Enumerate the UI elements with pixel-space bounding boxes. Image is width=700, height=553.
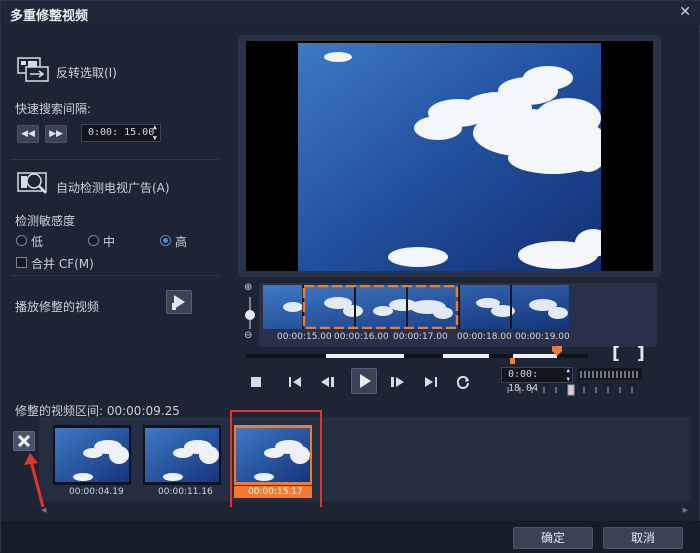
spin-arrows-icon[interactable]: ▲ ▼ — [566, 366, 570, 384]
go-to-start-button[interactable] — [286, 373, 304, 391]
sensitivity-low-label[interactable]: 低 — [31, 233, 43, 250]
dialog-footer — [1, 521, 700, 553]
zoom-slider-thumb[interactable] — [245, 310, 255, 320]
trimmed-clips-area — [39, 417, 690, 501]
thumbnail-frames — [263, 285, 569, 329]
mark-in-marker[interactable] — [510, 358, 515, 364]
close-icon[interactable]: ✕ — [679, 4, 691, 20]
clip-thumbnail-selected[interactable] — [234, 425, 312, 485]
clip-timestamp: 00:00:15.17 — [248, 487, 303, 497]
divider — [11, 159, 219, 160]
zoom-in-icon[interactable]: ⊕ — [244, 282, 252, 293]
play-trimmed-label: 播放修整的视频 — [15, 300, 100, 314]
annotation-arrow — [24, 453, 45, 508]
thumb-timestamp: 00:00:17.00 — [393, 332, 448, 342]
divider — [11, 275, 219, 276]
step-forward-icon — [391, 377, 404, 387]
clips-scrollbar[interactable]: ◀ ▶ — [39, 506, 690, 515]
quick-search-label: 快速搜索间隔: — [15, 102, 92, 116]
clip-thumbnail[interactable] — [143, 425, 221, 485]
zoom-out-icon[interactable]: ⊖ — [244, 330, 252, 341]
detect-ads-icon[interactable] — [17, 169, 51, 197]
fast-forward-button[interactable]: ▶▶ — [45, 125, 67, 143]
stop-icon — [251, 377, 261, 387]
repeat-icon — [456, 375, 469, 389]
clip-timestamp: 00:00:11.16 — [158, 487, 213, 497]
ok-button[interactable]: 确定 — [513, 527, 593, 549]
play-trimmed-icon — [172, 295, 185, 310]
shuttle-slider[interactable] — [504, 384, 642, 396]
go-to-end-button[interactable] — [422, 373, 440, 391]
next-frame-button[interactable] — [388, 373, 406, 391]
delete-icon — [17, 434, 31, 448]
rewind-button[interactable]: ◀◀ — [17, 125, 39, 143]
preview-video-image — [298, 43, 601, 271]
skip-back-icon — [289, 377, 301, 387]
delete-clip-button[interactable] — [13, 431, 35, 451]
sensitivity-label: 检测敏感度 — [15, 214, 76, 228]
repeat-button[interactable] — [454, 373, 472, 391]
skip-forward-icon — [425, 377, 437, 387]
cancel-button[interactable]: 取消 — [603, 527, 683, 549]
stop-button[interactable] — [247, 373, 265, 391]
thumb-timestamp: 00:00:15.00 — [277, 332, 332, 342]
playhead-icon[interactable] — [551, 345, 563, 357]
thumb-timestamp: 00:00:16.00 — [334, 332, 389, 342]
mark-in-button[interactable]: [ — [612, 344, 620, 364]
invert-selection-label[interactable]: 反转选取(I) — [56, 64, 117, 81]
mark-out-button[interactable]: ] — [637, 344, 645, 364]
play-trimmed-button[interactable] — [166, 290, 192, 314]
merge-cf-label[interactable]: 合并 CF(M) — [31, 255, 94, 272]
dialog-title: 多重修整视频 — [10, 9, 89, 24]
quick-search-time-value: 0:00: 15.00 — [88, 127, 155, 138]
sensitivity-high-label[interactable]: 高 — [175, 233, 187, 250]
thumb-timestamp: 00:00:19.00 — [515, 332, 570, 342]
scroll-left-icon[interactable]: ◀ — [41, 506, 46, 514]
auto-detect-ads-label[interactable]: 自动检测电视广告(A) — [56, 179, 170, 196]
current-time-input[interactable]: 0:00: 18.04 ▲ ▼ — [501, 366, 573, 394]
play-icon — [360, 374, 371, 388]
spin-arrows-icon[interactable]: ▲ ▼ — [153, 122, 157, 144]
multi-trim-dialog: 多重修整视频 ✕ 反转选取(I) 快速搜索间隔: ◀◀ ▶▶ 0:00: 15.… — [0, 0, 700, 553]
clip-timestamp: 00:00:04.19 — [69, 487, 124, 497]
sensitivity-mid-label[interactable]: 中 — [103, 233, 115, 250]
title-bar: 多重修整视频 ✕ — [1, 1, 700, 25]
scroll-right-icon[interactable]: ▶ — [683, 506, 688, 514]
play-button[interactable] — [351, 368, 377, 394]
sensitivity-high-radio[interactable] — [160, 235, 171, 246]
quick-search-time-input[interactable]: 0:00: 15.00 ▲ ▼ — [81, 122, 161, 144]
previous-frame-button[interactable] — [319, 373, 337, 391]
merge-cf-checkbox[interactable] — [16, 257, 27, 268]
thumb-timestamp: 00:00:18.00 — [457, 332, 512, 342]
sensitivity-low-radio[interactable] — [16, 235, 27, 246]
step-back-icon — [321, 377, 334, 387]
trimmed-segment — [326, 354, 404, 358]
invert-selection-icon[interactable] — [17, 57, 51, 83]
trimmed-segment — [443, 354, 489, 358]
clip-thumbnail[interactable] — [53, 425, 131, 485]
jog-wheel[interactable] — [578, 368, 642, 380]
sensitivity-mid-radio[interactable] — [88, 235, 99, 246]
